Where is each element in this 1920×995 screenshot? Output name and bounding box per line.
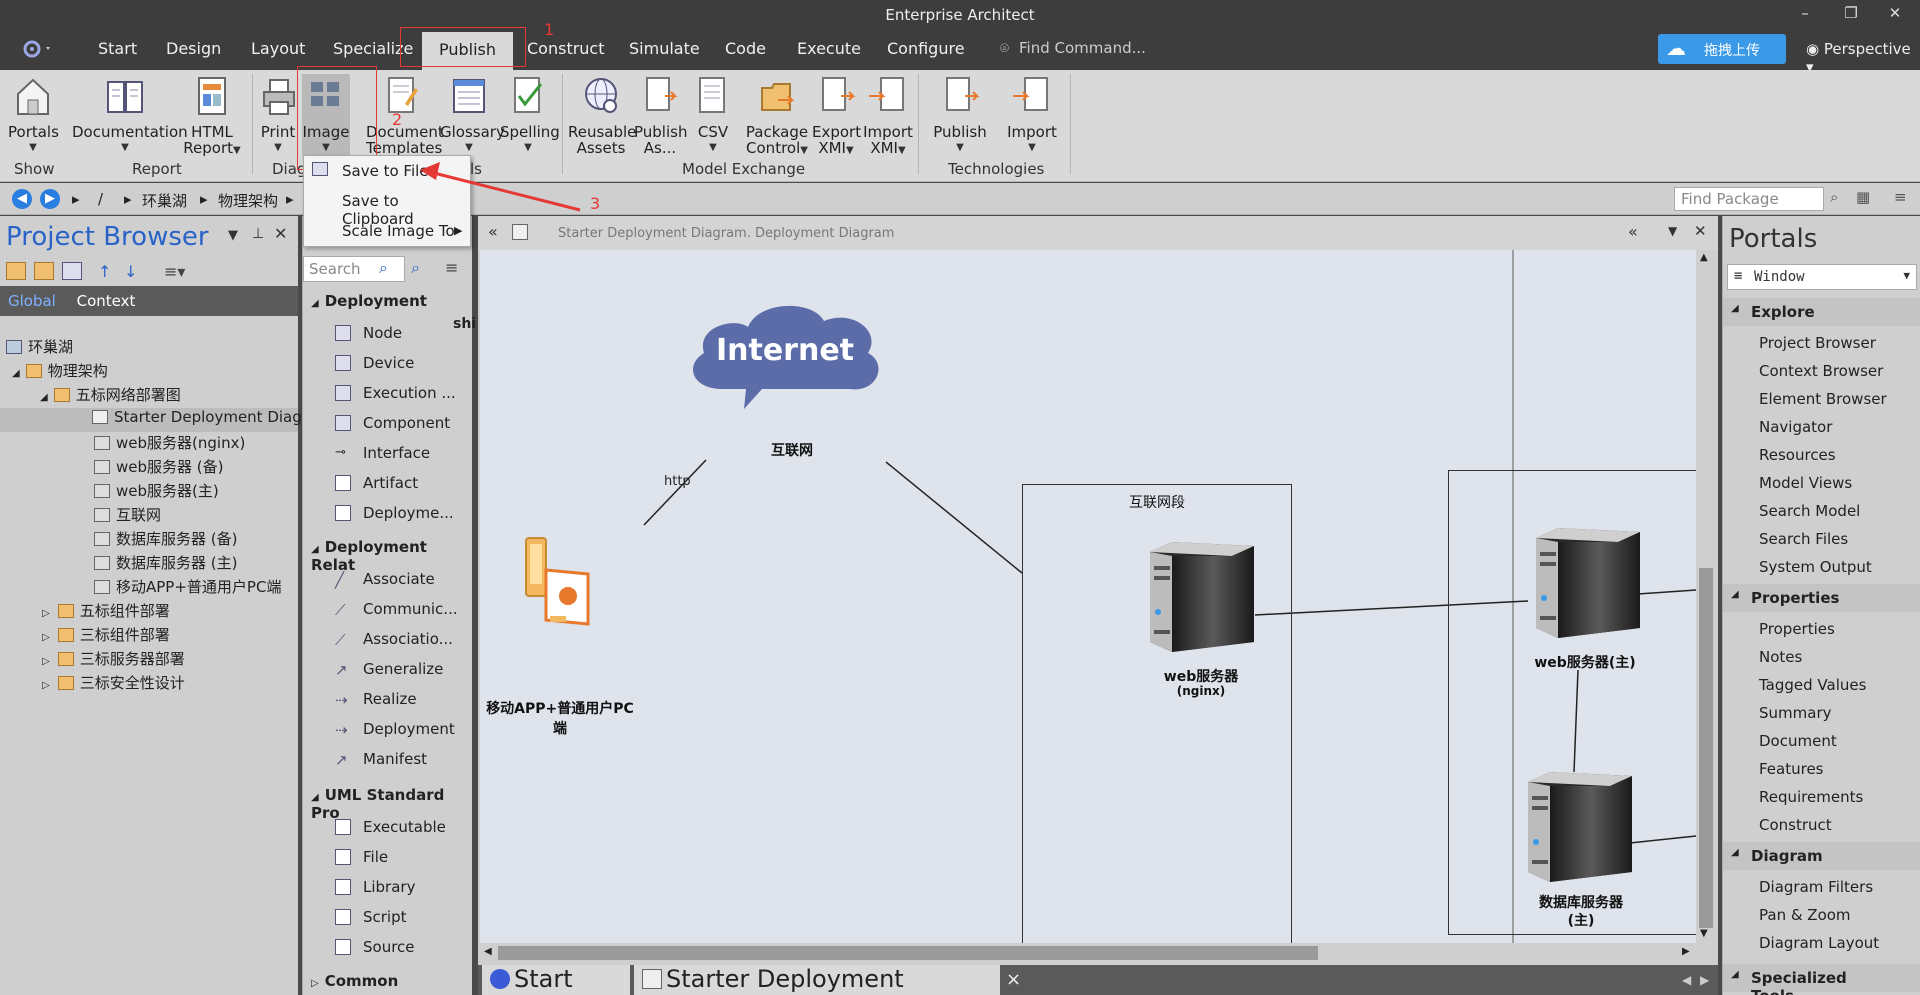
annotation-number-3: 3	[590, 194, 601, 213]
annotation-arrow	[420, 162, 581, 212]
